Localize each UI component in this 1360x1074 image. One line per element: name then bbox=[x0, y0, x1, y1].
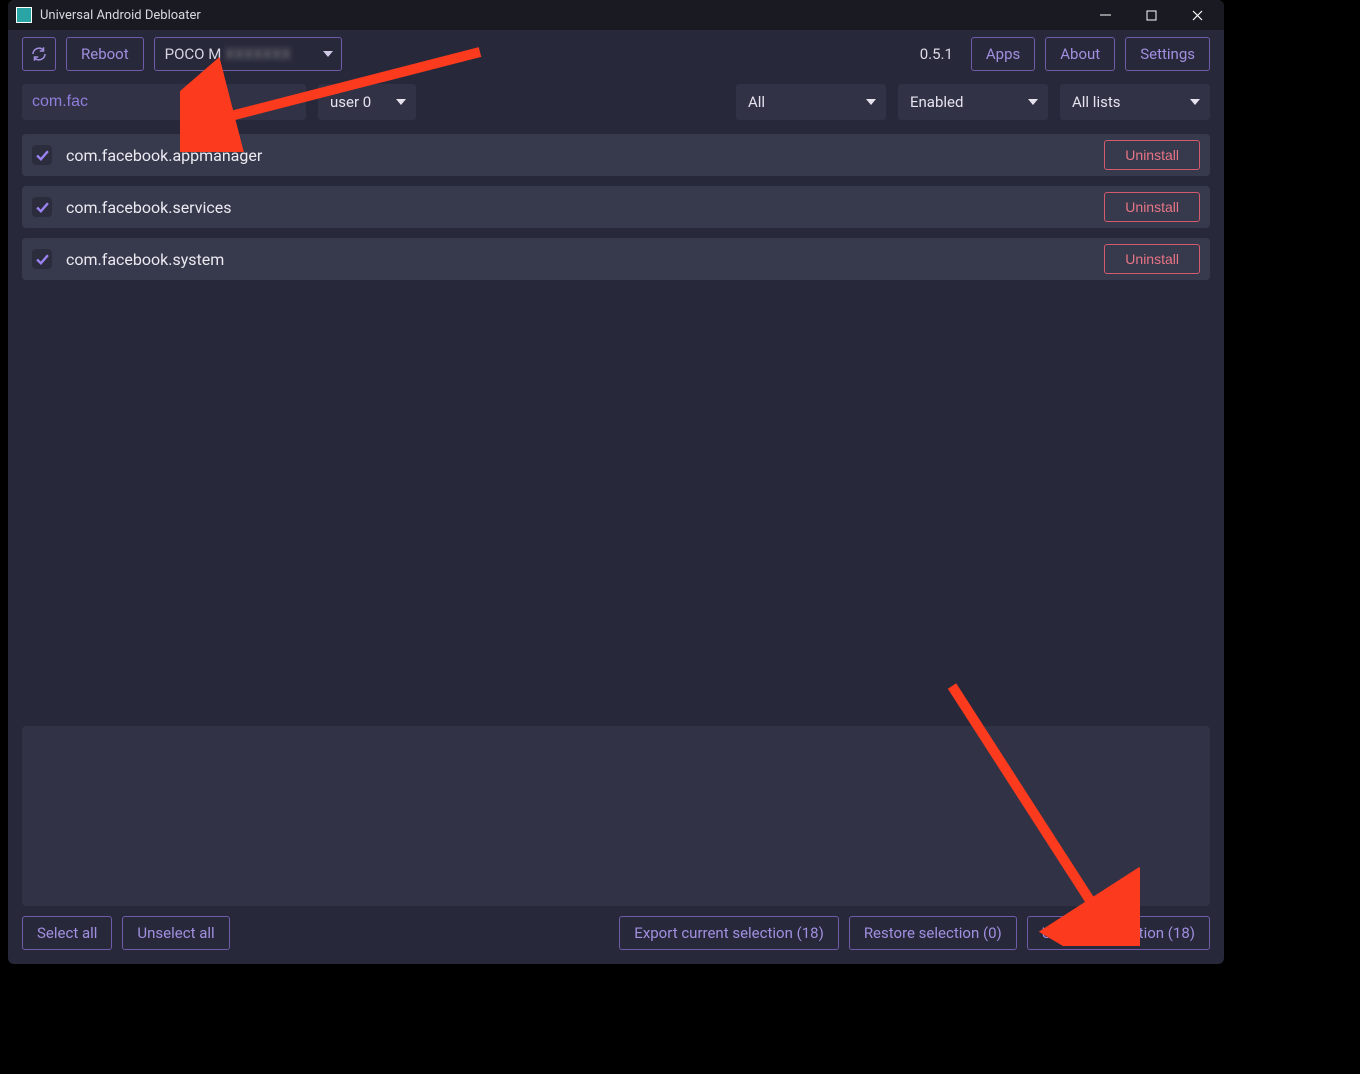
reboot-button[interactable]: Reboot bbox=[66, 37, 144, 71]
chevron-down-icon bbox=[1028, 99, 1038, 105]
bottom-bar: Select all Unselect all Export current s… bbox=[8, 906, 1224, 964]
refresh-button[interactable] bbox=[22, 37, 56, 71]
apps-button[interactable]: Apps bbox=[971, 37, 1035, 71]
filter-state-select[interactable]: Enabled bbox=[898, 84, 1048, 120]
checkbox[interactable] bbox=[32, 249, 52, 269]
package-list: com.facebook.appmanager Uninstall com.fa… bbox=[8, 126, 1224, 288]
chevron-down-icon bbox=[396, 99, 406, 105]
package-name: com.facebook.system bbox=[66, 250, 1090, 269]
package-row[interactable]: com.facebook.appmanager Uninstall bbox=[22, 134, 1210, 176]
uninstall-button[interactable]: Uninstall bbox=[1104, 244, 1200, 274]
restore-selection-button[interactable]: Restore selection (0) bbox=[849, 916, 1017, 950]
titlebar: Universal Android Debloater bbox=[8, 0, 1224, 30]
device-select[interactable]: POCO M XXXXXXX bbox=[154, 37, 342, 71]
package-name: com.facebook.services bbox=[66, 198, 1090, 217]
user-select[interactable]: user 0 bbox=[318, 84, 416, 120]
settings-button[interactable]: Settings bbox=[1125, 37, 1210, 71]
chevron-down-icon bbox=[1190, 99, 1200, 105]
filter-all-select[interactable]: All bbox=[736, 84, 886, 120]
package-row[interactable]: com.facebook.services Uninstall bbox=[22, 186, 1210, 228]
filter-list-select[interactable]: All lists bbox=[1060, 84, 1210, 120]
check-icon bbox=[36, 149, 49, 162]
chevron-down-icon bbox=[323, 51, 333, 57]
chevron-down-icon bbox=[866, 99, 876, 105]
window-title: Universal Android Debloater bbox=[40, 8, 201, 23]
search-input[interactable] bbox=[22, 84, 306, 120]
checkbox[interactable] bbox=[32, 145, 52, 165]
version-label: 0.5.1 bbox=[920, 45, 953, 63]
export-selection-button[interactable]: Export current selection (18) bbox=[619, 916, 839, 950]
unselect-all-button[interactable]: Unselect all bbox=[122, 916, 229, 950]
close-button[interactable] bbox=[1174, 0, 1220, 30]
checkbox[interactable] bbox=[32, 197, 52, 217]
refresh-icon bbox=[30, 45, 48, 63]
filter-bar: user 0 All Enabled All lists bbox=[8, 78, 1224, 126]
check-icon bbox=[36, 201, 49, 214]
info-panel bbox=[22, 726, 1210, 906]
uninstall-button[interactable]: Uninstall bbox=[1104, 192, 1200, 222]
about-button[interactable]: About bbox=[1045, 37, 1115, 71]
app-window: Universal Android Debloater Reboot POCO … bbox=[8, 0, 1224, 964]
uninstall-button[interactable]: Uninstall bbox=[1104, 140, 1200, 170]
uninstall-selection-button[interactable]: Uninstall selection (18) bbox=[1027, 916, 1210, 950]
toolbar: Reboot POCO M XXXXXXX 0.5.1 Apps About S… bbox=[8, 30, 1224, 78]
package-row[interactable]: com.facebook.system Uninstall bbox=[22, 238, 1210, 280]
minimize-button[interactable] bbox=[1082, 0, 1128, 30]
device-name-blurred: XXXXXXX bbox=[221, 45, 291, 63]
check-icon bbox=[36, 253, 49, 266]
select-all-button[interactable]: Select all bbox=[22, 916, 112, 950]
maximize-button[interactable] bbox=[1128, 0, 1174, 30]
app-icon bbox=[16, 7, 32, 23]
package-name: com.facebook.appmanager bbox=[66, 146, 1090, 165]
device-name-prefix: POCO M bbox=[165, 45, 222, 63]
